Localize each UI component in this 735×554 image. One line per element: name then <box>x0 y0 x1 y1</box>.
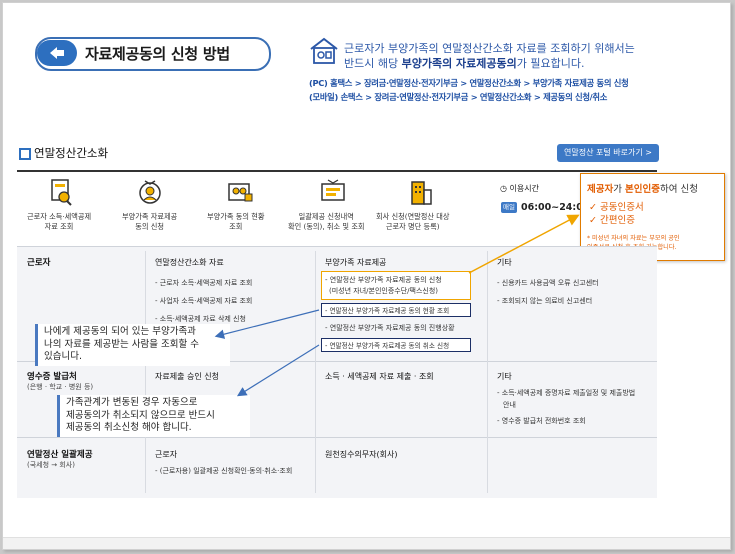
arrow-status <box>214 309 320 339</box>
arrow-to-popup <box>468 214 580 274</box>
arrow-overlay <box>214 214 580 397</box>
page: 자료제공동의 신청 방법 근로자가 부양가족의 연말정산간소화 자료를 조회하기… <box>2 2 731 550</box>
arrow-cancel <box>236 344 320 397</box>
bottom-bar <box>3 537 730 549</box>
